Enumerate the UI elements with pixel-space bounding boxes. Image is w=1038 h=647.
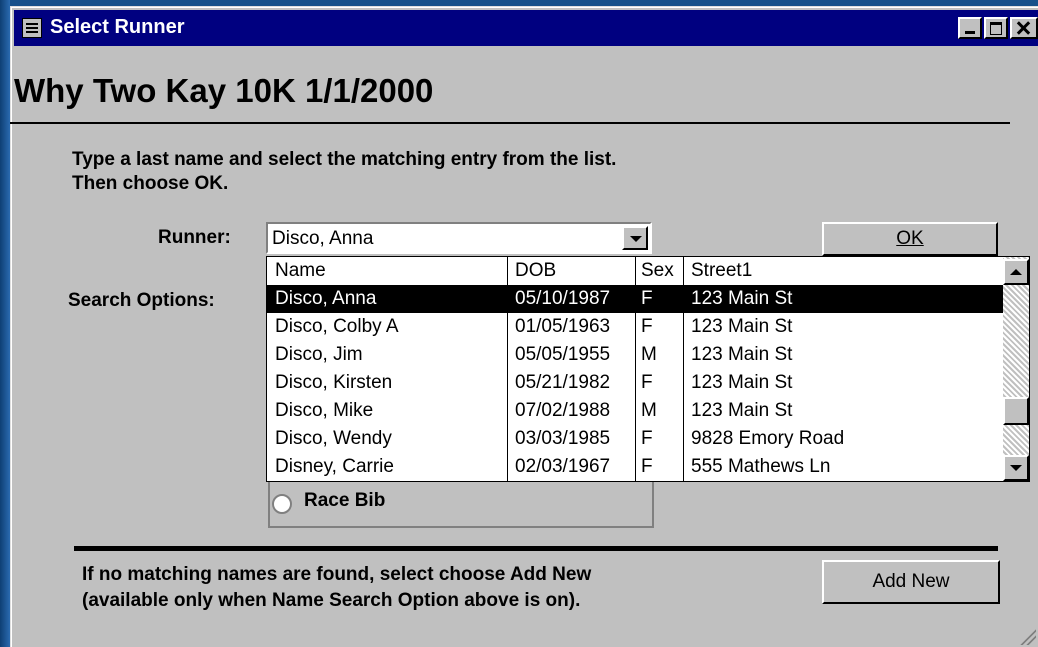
add-new-button-label: Add New <box>872 571 950 592</box>
runner-name: Disco, Kirsten <box>275 372 393 393</box>
instructions-line-2: Then choose OK. <box>72 173 229 194</box>
column-header-sex: Sex <box>641 260 674 281</box>
dropdown-button[interactable] <box>622 226 648 250</box>
close-button[interactable] <box>1010 17 1038 39</box>
form-icon <box>22 18 42 38</box>
runner-sex: F <box>641 456 653 477</box>
column-header-street1: Street1 <box>691 260 753 281</box>
chevron-down-icon <box>630 236 642 242</box>
window-title: Select Runner <box>50 16 185 38</box>
add-new-button[interactable]: Add New <box>822 560 1000 604</box>
runner-name: Disco, Colby A <box>275 316 399 337</box>
ok-button[interactable]: OK <box>822 222 998 256</box>
add-new-note: If no matching names are found, select c… <box>82 562 591 614</box>
list-scrollbar[interactable] <box>1003 257 1029 481</box>
add-new-note-line-1: If no matching names are found, select c… <box>82 564 592 585</box>
scroll-down-button[interactable] <box>1003 455 1029 481</box>
runner-name: Disney, Carrie <box>275 456 394 477</box>
chevron-down-icon <box>1010 465 1022 471</box>
runner-dob: 05/21/1982 <box>515 372 611 393</box>
add-new-note-line-2: (available only when Name Search Option … <box>82 590 581 611</box>
runner-sex: M <box>641 400 657 421</box>
ok-button-label: OK <box>896 228 924 249</box>
runner-label: Runner: <box>158 227 231 248</box>
column-header-dob: DOB <box>515 260 557 281</box>
column-header-name: Name <box>275 260 326 281</box>
minimize-button[interactable] <box>958 17 982 39</box>
desktop-background <box>0 0 10 647</box>
title-bar[interactable]: Select Runner <box>14 10 1038 46</box>
runner-name: Disco, Mike <box>275 400 374 421</box>
runner-dob: 03/03/1985 <box>515 428 611 449</box>
runner-sex: F <box>641 316 653 337</box>
runner-sex: F <box>641 428 653 449</box>
runner-street: 123 Main St <box>691 400 793 421</box>
runner-street: 555 Mathews Ln <box>691 456 831 477</box>
scroll-thumb[interactable] <box>1003 397 1029 425</box>
runner-dob: 05/05/1955 <box>515 344 611 365</box>
runner-street: 123 Main St <box>691 288 793 309</box>
runner-street: 123 Main St <box>691 316 793 337</box>
runner-street: 123 Main St <box>691 372 793 393</box>
footer-divider <box>74 546 998 551</box>
search-options-label: Search Options: <box>68 290 215 311</box>
runner-combobox[interactable]: Disco, Anna <box>266 222 652 254</box>
runner-dob: 02/03/1967 <box>515 456 611 477</box>
maximize-button[interactable] <box>984 17 1008 39</box>
runner-dob: 07/02/1988 <box>515 400 611 421</box>
runner-street: 123 Main St <box>691 344 793 365</box>
runner-dob: 05/10/1987 <box>515 288 611 309</box>
runner-sex: M <box>641 344 657 365</box>
race-bib-radio[interactable] <box>272 494 292 514</box>
runner-combobox-value[interactable]: Disco, Anna <box>272 228 373 250</box>
page-title: Why Two Kay 10K 1/1/2000 <box>14 72 434 109</box>
header-divider <box>10 122 1010 124</box>
runner-dob: 01/05/1963 <box>515 316 611 337</box>
runner-name: Disco, Anna <box>275 288 377 309</box>
chevron-up-icon <box>1010 269 1022 275</box>
runner-street: 9828 Emory Road <box>691 428 845 449</box>
runner-dropdown-list[interactable]: Name DOB Sex Street1 Disco, Anna 05/10/1… <box>266 256 1030 482</box>
instructions: Type a last name and select the matching… <box>72 148 616 196</box>
scroll-up-button[interactable] <box>1003 259 1029 285</box>
column-divider <box>507 257 508 481</box>
runner-name: Disco, Wendy <box>275 428 392 449</box>
runner-sex: F <box>641 288 653 309</box>
resize-grip-icon[interactable] <box>1020 629 1036 645</box>
race-bib-radio-label[interactable]: Race Bib <box>304 490 385 512</box>
runner-sex: F <box>641 372 653 393</box>
runner-name: Disco, Jim <box>275 344 363 365</box>
column-divider <box>635 257 636 481</box>
instructions-line-1: Type a last name and select the matching… <box>72 149 617 170</box>
column-divider <box>683 257 684 481</box>
